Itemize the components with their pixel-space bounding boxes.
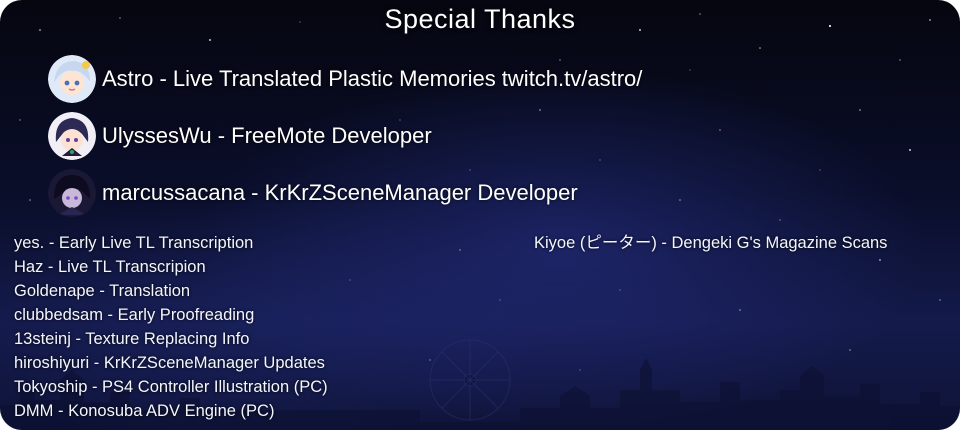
featured-credit-marcussacana: marcussacana - KrKrZSceneManager Develop… xyxy=(48,168,578,218)
featured-credit-text: marcussacana - KrKrZSceneManager Develop… xyxy=(102,180,578,205)
list-item: DMM - Konosuba ADV Engine (PC) xyxy=(14,402,275,420)
avatar-astro-icon xyxy=(48,55,96,103)
avatar-ulysseswu-icon xyxy=(48,112,96,160)
featured-credit-ulysseswu: UlyssesWu - FreeMote Developer xyxy=(48,111,432,161)
contributors-list: yes. - Early Live TL Transcription Haz -… xyxy=(14,231,328,423)
list-item: Tokyoship - PS4 Controller Illustration … xyxy=(14,378,328,396)
side-credit: Kiyoe (ピーター) - Dengeki G's Magazine Scan… xyxy=(534,234,888,252)
list-item: 13steinj - Texture Replacing Info xyxy=(14,330,250,348)
special-thanks-panel: Special Thanks Astro - Live Translated P… xyxy=(0,0,960,430)
page-title: Special Thanks xyxy=(384,4,576,34)
list-item: Goldenape - Translation xyxy=(14,282,191,300)
featured-credit-text: Astro - Live Translated Plastic Memories… xyxy=(102,66,643,91)
featured-credit-astro: Astro - Live Translated Plastic Memories… xyxy=(48,54,642,104)
featured-credit-text: UlyssesWu - FreeMote Developer xyxy=(102,123,432,148)
avatar-marcussacana-icon xyxy=(48,169,96,217)
list-item: clubbedsam - Early Proofreading xyxy=(14,306,255,324)
list-item: Haz - Live TL Transcripion xyxy=(14,258,206,276)
list-item: yes. - Early Live TL Transcription xyxy=(14,234,254,252)
list-item: hiroshiyuri - KrKrZSceneManager Updates xyxy=(14,354,325,372)
